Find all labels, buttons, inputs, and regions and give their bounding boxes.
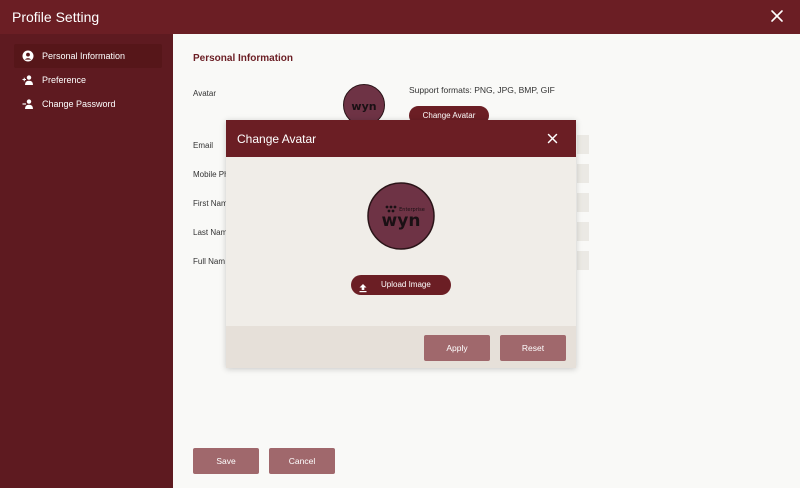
sidebar-item-label: Change Password — [42, 99, 116, 109]
change-avatar-dialog: Change Avatar Enterprise wyn Upload Imag… — [226, 120, 576, 368]
field-label-first-name: First Nam — [193, 199, 228, 208]
avatar-label: Avatar — [193, 89, 216, 98]
field-label-mobile-phone: Mobile Ph — [193, 170, 229, 179]
user-circle-icon — [22, 50, 34, 62]
sidebar-item-personal-information[interactable]: Personal Information — [14, 44, 162, 68]
sidebar-item-label: Personal Information — [42, 51, 126, 61]
field-label-full-name: Full Nam — [193, 257, 226, 266]
save-button[interactable]: Save — [193, 448, 259, 474]
dialog-title: Change Avatar — [237, 132, 317, 146]
avatar-preview: Enterprise wyn — [367, 182, 435, 250]
dialog-footer: Apply Reset — [226, 326, 576, 368]
field-label-last-name: Last Nam — [193, 228, 228, 237]
apply-button[interactable]: Apply — [424, 335, 490, 361]
profile-setting-window: Profile Setting Personal Information Pre… — [0, 0, 800, 488]
user-key-icon — [22, 98, 34, 110]
first-name-field[interactable] — [577, 193, 589, 212]
mobile-phone-field[interactable] — [577, 164, 589, 183]
last-name-field[interactable] — [577, 222, 589, 241]
email-field[interactable] — [577, 135, 589, 154]
reset-button[interactable]: Reset — [500, 335, 566, 361]
window-titlebar: Profile Setting — [0, 0, 800, 34]
section-title: Personal Information — [193, 53, 294, 64]
upload-image-label: Upload Image — [381, 280, 431, 289]
sidebar: Personal Information Preference Change P… — [0, 34, 173, 488]
support-formats-text: Support formats: PNG, JPG, BMP, GIF — [409, 85, 555, 95]
user-plus-icon — [22, 74, 34, 86]
dialog-header: Change Avatar — [226, 120, 576, 157]
upload-image-button[interactable]: Upload Image — [351, 275, 451, 295]
sidebar-item-preference[interactable]: Preference — [14, 68, 162, 92]
dialog-close-icon[interactable] — [546, 132, 559, 145]
sidebar-item-change-password[interactable]: Change Password — [14, 92, 162, 116]
field-label-email: Email — [193, 141, 214, 150]
full-name-field[interactable] — [577, 251, 589, 270]
avatar-brand-text: wyn — [382, 211, 421, 231]
sidebar-item-label: Preference — [42, 75, 87, 85]
cancel-button[interactable]: Cancel — [269, 448, 335, 474]
window-close-icon[interactable] — [768, 7, 786, 25]
avatar-brand-text: wyn — [351, 100, 376, 113]
window-title: Profile Setting — [12, 9, 100, 25]
upload-icon — [358, 280, 368, 293]
